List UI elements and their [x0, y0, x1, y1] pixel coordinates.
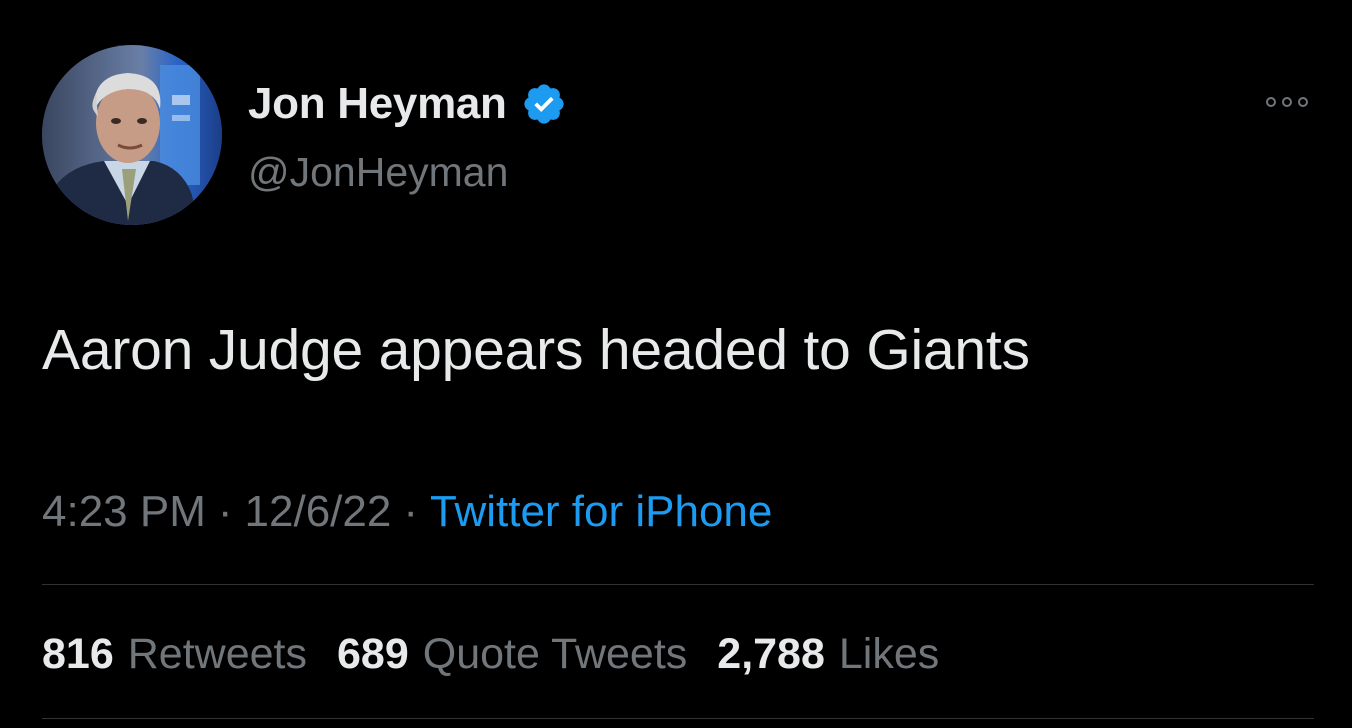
likes-label: Likes — [838, 630, 940, 678]
retweets-label: Retweets — [127, 630, 307, 678]
tweet-source-link[interactable]: Twitter for iPhone — [430, 484, 772, 540]
tweet-stats: 816 Retweets 689 Quote Tweets 2,788 Like… — [42, 626, 969, 682]
divider — [42, 718, 1314, 719]
tweet-card: Jon Heyman @JonHeyman Aaron Judge appear… — [0, 0, 1352, 728]
retweets-stat[interactable]: 816 Retweets — [42, 626, 307, 682]
author-handle[interactable]: @JonHeyman — [248, 146, 508, 198]
author-display-name[interactable]: Jon Heyman — [248, 79, 507, 129]
meta-separator: · — [403, 487, 418, 536]
likes-count: 2,788 — [717, 630, 825, 678]
quote-tweets-stat[interactable]: 689 Quote Tweets — [337, 626, 687, 682]
divider — [42, 584, 1314, 585]
tweet-metadata: 4:23 PM · 12/6/22 · Twitter for iPhone — [42, 484, 772, 540]
quote-tweets-label: Quote Tweets — [422, 630, 688, 678]
verified-badge-icon — [521, 81, 567, 127]
likes-stat[interactable]: 2,788 Likes — [717, 626, 939, 682]
more-options-button[interactable] — [1262, 82, 1312, 122]
more-options-icon — [1266, 97, 1308, 107]
tweet-time[interactable]: 4:23 PM — [42, 484, 206, 540]
avatar-photo-icon — [42, 45, 222, 225]
meta-separator: · — [217, 487, 233, 536]
avatar[interactable] — [42, 45, 222, 225]
tweet-text: Aaron Judge appears headed to Giants — [42, 318, 1030, 382]
retweets-count: 816 — [42, 630, 114, 678]
tweet-date[interactable]: 12/6/22 — [245, 484, 392, 540]
quote-tweets-count: 689 — [337, 630, 409, 678]
author-name-row[interactable]: Jon Heyman — [248, 78, 567, 130]
